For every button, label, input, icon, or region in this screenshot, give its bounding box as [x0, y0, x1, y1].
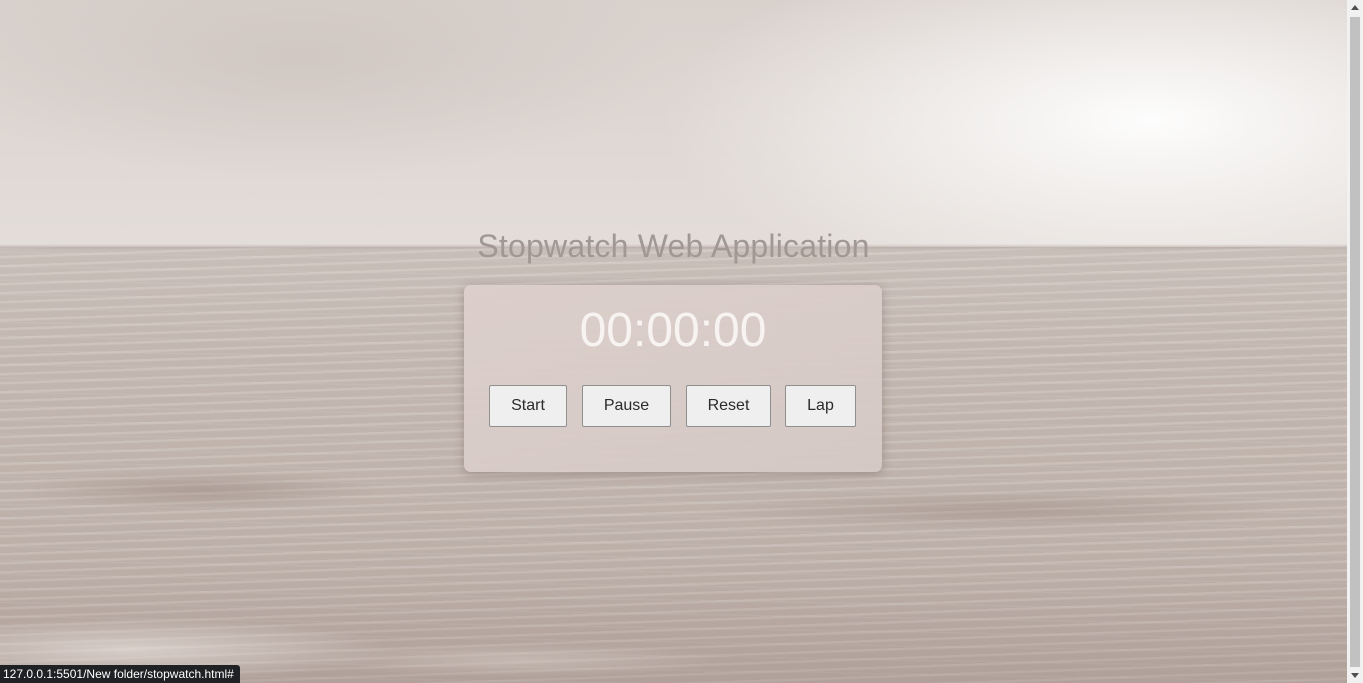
page-title: Stopwatch Web Application [477, 228, 870, 264]
page-viewport: Stopwatch Web Application 00:00:00 Start… [0, 0, 1347, 683]
scroll-up-arrow-icon[interactable] [1351, 5, 1359, 10]
link-status-bar: 127.0.0.1:5501/New folder/stopwatch.html… [0, 665, 240, 683]
pause-button[interactable]: Pause [582, 385, 671, 427]
wave-background [0, 470, 1347, 540]
lap-button[interactable]: Lap [785, 385, 856, 427]
time-display: 00:00:00 [579, 304, 767, 357]
scrollbar-thumb[interactable] [1350, 17, 1360, 667]
stopwatch-card: 00:00:00 Start Pause Reset Lap [464, 285, 882, 472]
scroll-down-arrow-icon[interactable] [1351, 673, 1359, 678]
reset-button[interactable]: Reset [686, 385, 771, 427]
start-button[interactable]: Start [489, 385, 567, 427]
